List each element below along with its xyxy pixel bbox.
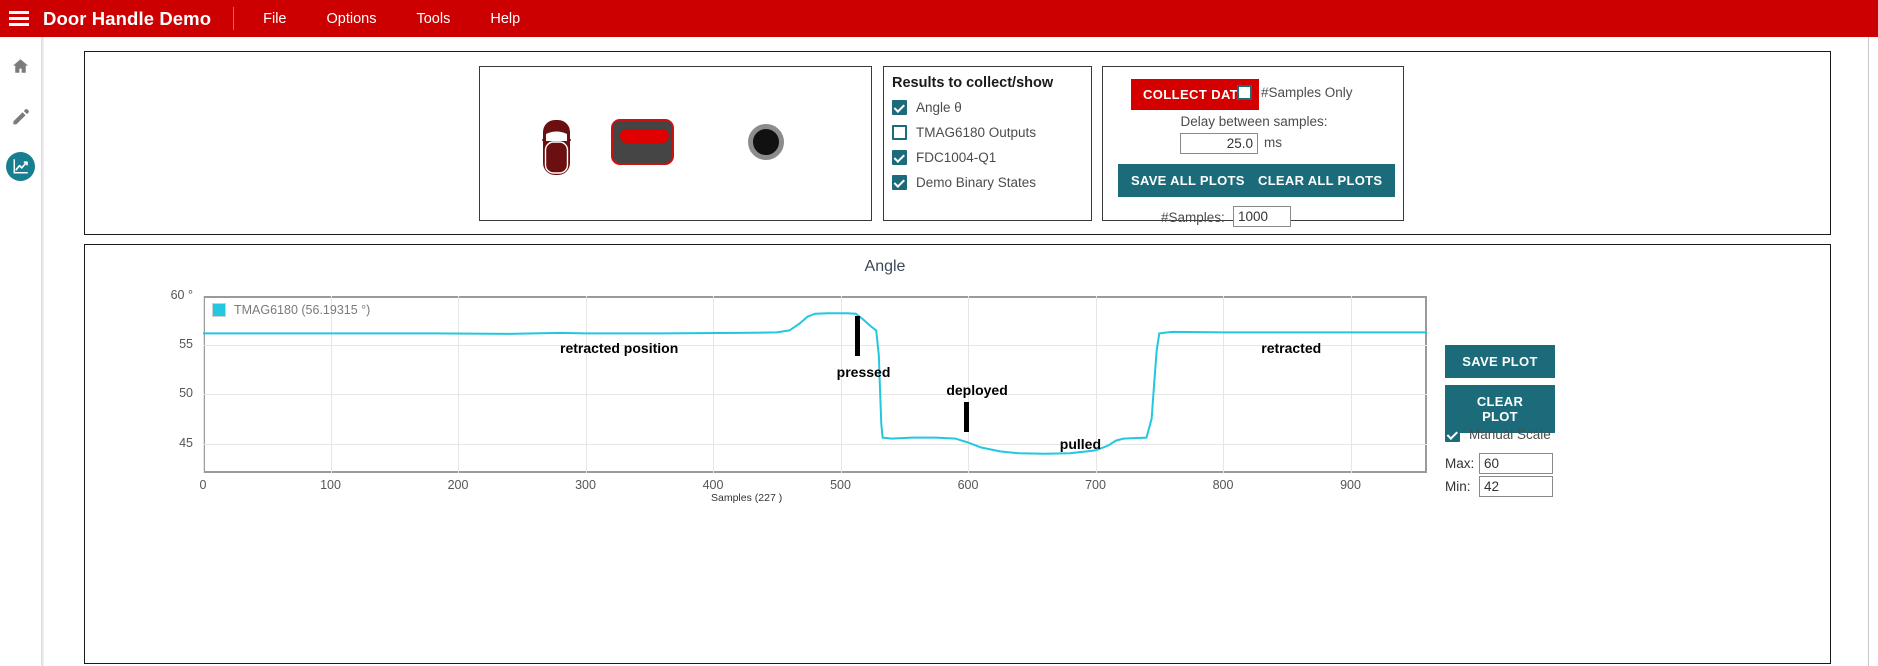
clear-plot-button[interactable]: CLEAR PLOT: [1445, 385, 1555, 433]
y-tick-label: 60 °: [171, 288, 193, 302]
checkbox-samples-only[interactable]: #Samples Only: [1237, 85, 1353, 100]
sidebar-item-home[interactable]: [0, 41, 41, 91]
annotation-tick-mark: [964, 402, 969, 432]
results-title: Results to collect/show: [892, 75, 1053, 91]
x-tick-label: 0: [200, 478, 207, 492]
delay-label: Delay between samples:: [1103, 114, 1405, 129]
clear-all-plots-button[interactable]: CLEAR ALL PLOTS: [1245, 164, 1395, 197]
checkbox-angle-theta[interactable]: Angle θ: [892, 100, 962, 115]
checkbox-box[interactable]: [892, 100, 907, 115]
angle-chart[interactable]: 45505560 ° 0100200300400500600700800900 …: [203, 296, 1427, 473]
delay-unit-label: ms: [1264, 135, 1282, 150]
menu-tools[interactable]: Tools: [396, 7, 470, 31]
chart-annotation: pressed: [837, 364, 891, 380]
x-tick-label: 100: [320, 478, 341, 492]
menu-options[interactable]: Options: [307, 7, 397, 31]
checkbox-box[interactable]: [1445, 427, 1460, 442]
save-all-plots-button[interactable]: SAVE ALL PLOTS: [1118, 164, 1258, 197]
app-bar: Door Handle Demo File Options Tools Help: [0, 0, 1878, 37]
legend-swatch: [212, 303, 226, 317]
sidebar-item-edit[interactable]: [0, 91, 41, 141]
checkbox-fdc1004-q1[interactable]: FDC1004-Q1: [892, 150, 996, 165]
collect-box: COLLECT DATA #Samples Only Delay between…: [1102, 66, 1404, 221]
content-right-edge: [1868, 37, 1869, 666]
controls-panel: Results to collect/show Angle θ TMAG6180…: [84, 51, 1831, 235]
trace-layer: [203, 296, 1427, 473]
x-tick-label: 700: [1085, 478, 1106, 492]
plot-title: Angle: [85, 258, 1685, 276]
checkbox-box[interactable]: [892, 125, 907, 140]
checkbox-label: #Samples Only: [1261, 85, 1353, 100]
x-tick-label: 600: [958, 478, 979, 492]
sidebar-rail: [0, 37, 41, 666]
annotation-tick-mark: [855, 316, 860, 356]
x-tick-label: 500: [830, 478, 851, 492]
checkbox-manual-scale[interactable]: Manual Scale: [1445, 427, 1551, 442]
chart-annotation: deployed: [946, 382, 1007, 398]
legend-label: TMAG6180 (56.19315 °): [234, 303, 370, 317]
chart-line-icon: [12, 157, 30, 175]
app-title: Door Handle Demo: [43, 8, 211, 30]
demo-visual-box: [479, 66, 872, 221]
app-bar-divider: [233, 7, 234, 30]
active-indicator: [6, 152, 35, 181]
checkbox-label: FDC1004-Q1: [916, 150, 996, 165]
hamburger-icon[interactable]: [9, 11, 29, 26]
chart-annotation: retracted: [1261, 340, 1321, 356]
checkbox-tmag6180-outputs[interactable]: TMAG6180 Outputs: [892, 125, 1036, 140]
y-tick-label: 45: [179, 436, 193, 450]
chart-annotation: retracted position: [560, 340, 678, 356]
trace-line: [203, 313, 1427, 454]
x-axis-label: Samples (227 ): [711, 492, 782, 504]
x-tick-label: 300: [575, 478, 596, 492]
x-tick-label: 400: [703, 478, 724, 492]
max-label: Max:: [1445, 456, 1474, 471]
x-tick-label: 800: [1213, 478, 1234, 492]
max-input[interactable]: [1479, 453, 1553, 474]
sidebar-item-plots[interactable]: [0, 141, 41, 191]
results-box: Results to collect/show Angle θ TMAG6180…: [883, 66, 1092, 221]
min-input[interactable]: [1479, 476, 1553, 497]
menu-file[interactable]: File: [243, 7, 306, 31]
checkbox-label: Manual Scale: [1469, 427, 1551, 442]
min-label: Min:: [1445, 479, 1471, 494]
plot-panel: Angle 45505560 ° 01002003004005006007008…: [84, 244, 1831, 664]
checkbox-box[interactable]: [1237, 85, 1252, 100]
checkbox-demo-binary-states[interactable]: Demo Binary States: [892, 175, 1036, 190]
home-icon: [11, 57, 30, 75]
save-plot-button[interactable]: SAVE PLOT: [1445, 345, 1555, 378]
pencil-icon: [11, 107, 30, 126]
handle-bar: [620, 129, 669, 143]
checkbox-box[interactable]: [892, 175, 907, 190]
delay-input[interactable]: [1180, 133, 1258, 154]
push-button-graphic: [748, 124, 784, 160]
x-tick-label: 200: [448, 478, 469, 492]
checkbox-label: Demo Binary States: [916, 175, 1036, 190]
car-top-view-icon: [538, 116, 575, 178]
nsamples-label: #Samples:: [1161, 210, 1225, 225]
checkbox-label: Angle θ: [916, 100, 962, 115]
chart-legend: TMAG6180 (56.19315 °): [212, 303, 370, 317]
checkbox-box[interactable]: [892, 150, 907, 165]
y-tick-label: 55: [179, 337, 193, 351]
menu-help[interactable]: Help: [470, 7, 540, 31]
y-tick-label: 50: [179, 386, 193, 400]
x-tick-label: 900: [1340, 478, 1361, 492]
nsamples-input[interactable]: [1233, 206, 1291, 227]
door-handle-graphic: [611, 119, 674, 165]
chart-annotation: pulled: [1060, 436, 1101, 452]
content-region: Results to collect/show Angle θ TMAG6180…: [44, 37, 1878, 666]
checkbox-label: TMAG6180 Outputs: [916, 125, 1036, 140]
